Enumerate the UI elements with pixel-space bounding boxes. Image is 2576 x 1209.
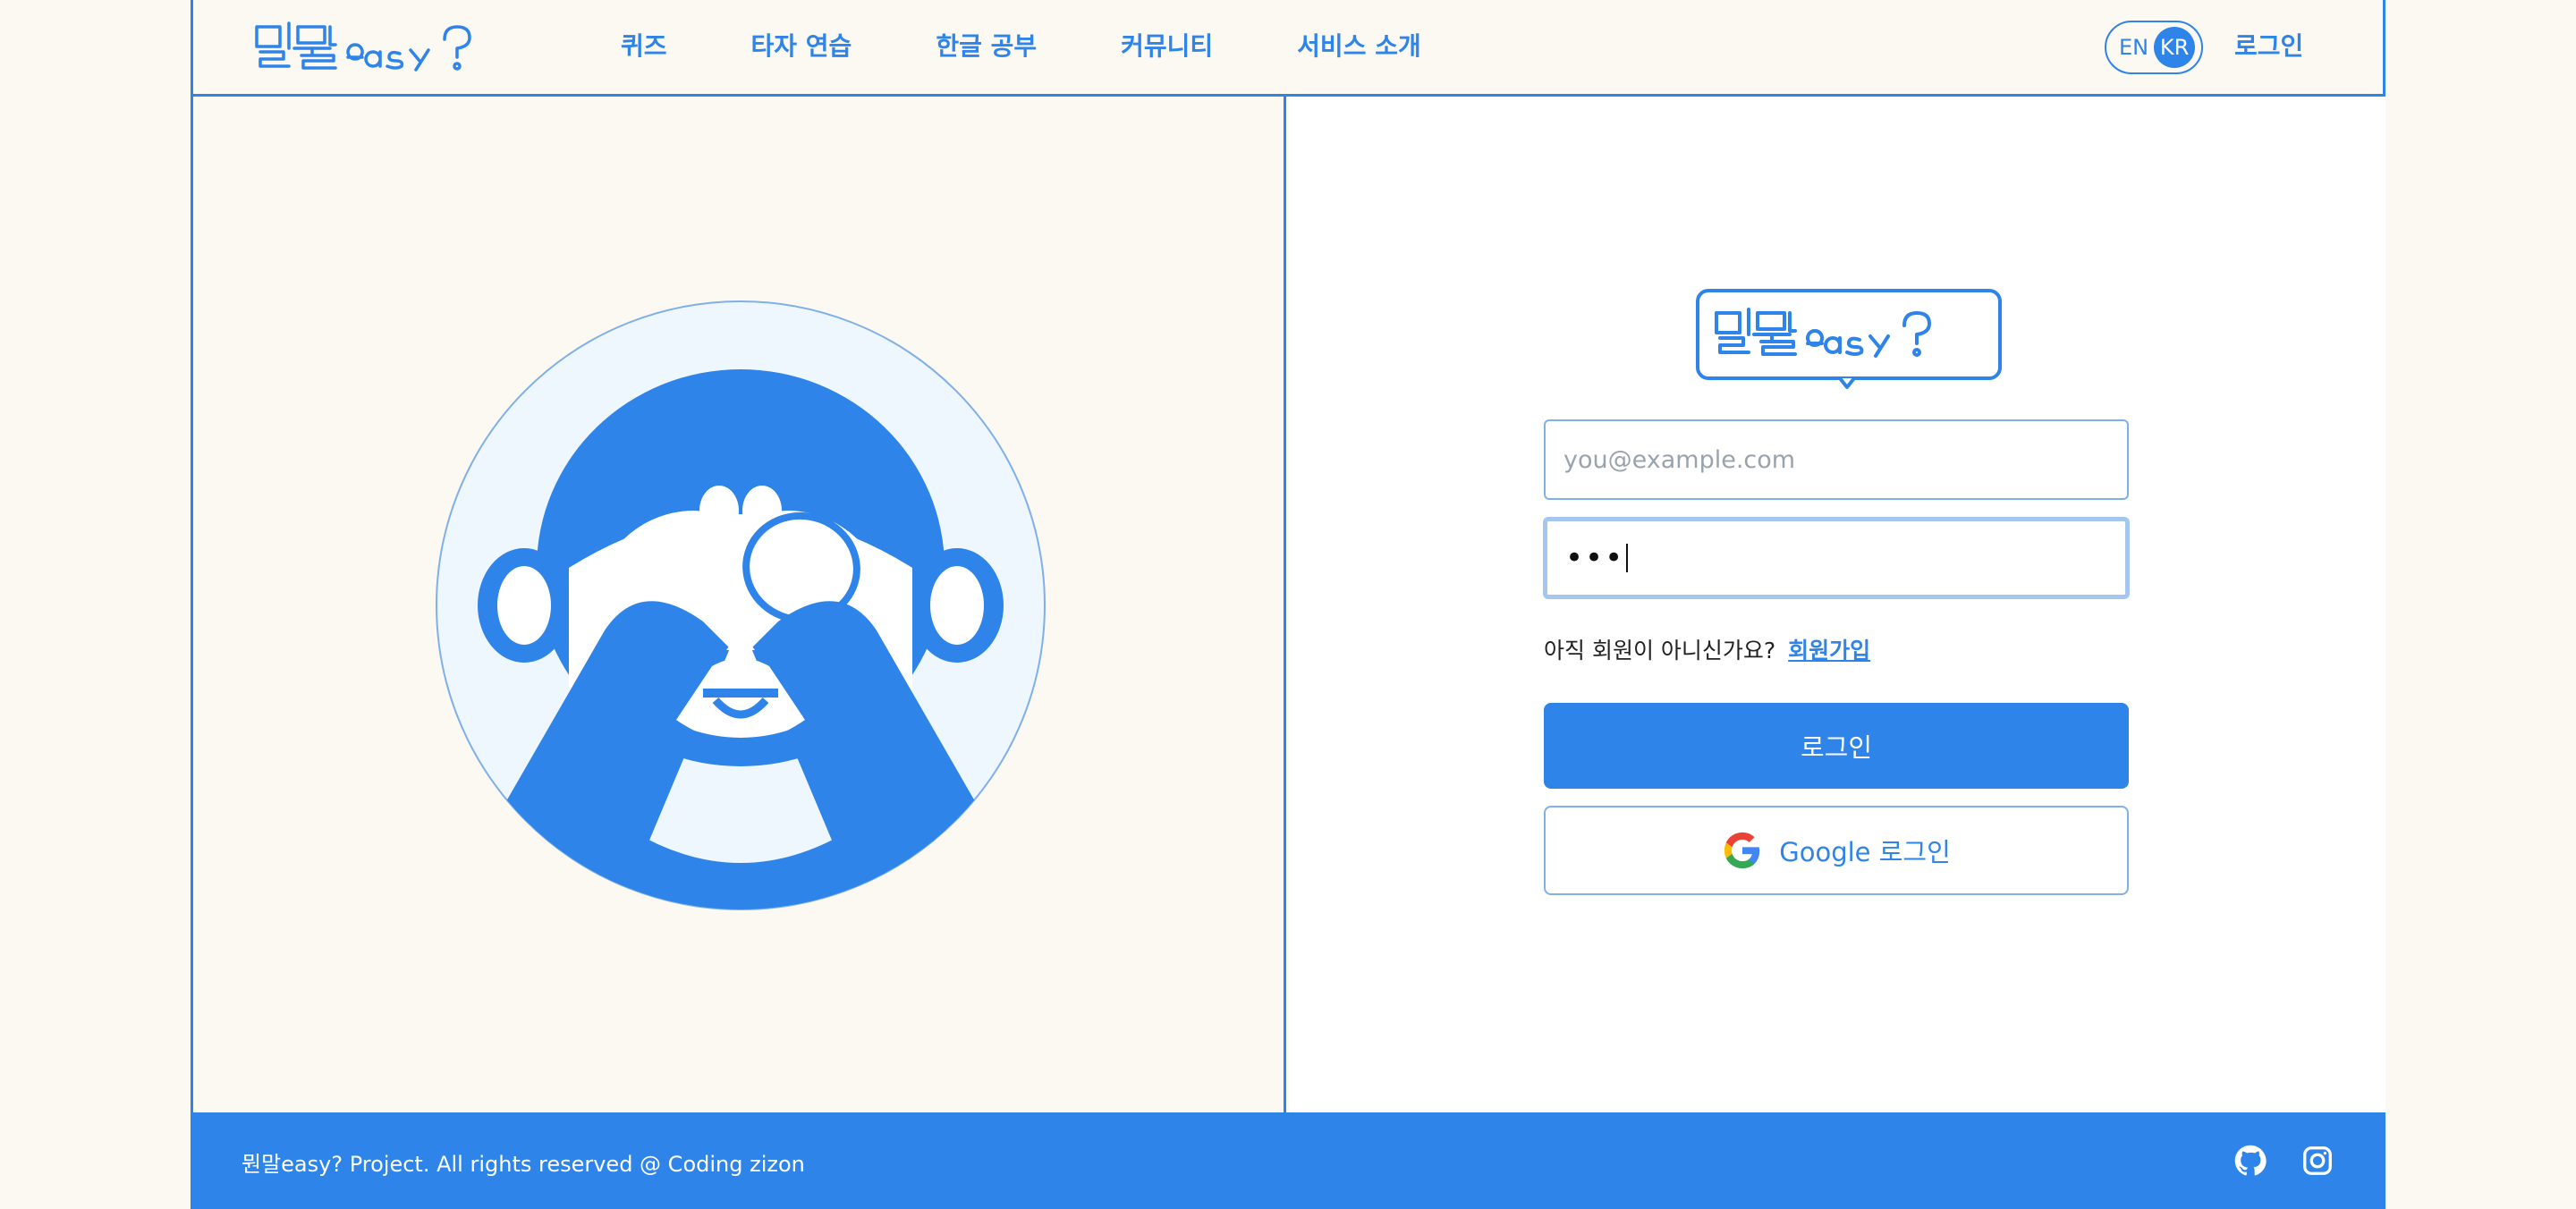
header-login-link[interactable]: 로그인 — [2234, 27, 2303, 63]
password-value: ••• — [1565, 540, 1625, 576]
google-login-button[interactable]: Google 로그인 — [1544, 806, 2129, 895]
nav-item-typing-practice[interactable]: 타자 연습 — [751, 27, 852, 63]
language-toggle[interactable]: EN KR — [2105, 21, 2203, 74]
footer: 뭔말easy? Project. All rights reserved @ C… — [191, 1112, 2385, 1209]
lang-option-kr[interactable]: KR — [2154, 27, 2196, 68]
login-button[interactable]: 로그인 — [1544, 703, 2129, 789]
mascot-illustration — [435, 300, 1046, 915]
instagram-icon[interactable] — [2301, 1145, 2334, 1180]
signup-prompt-row: 아직 회원이 아니신가요? 회원가입 — [1544, 633, 1870, 665]
google-button-label: Google 로그인 — [1779, 837, 1951, 867]
header: 퀴즈 타자 연습 한글 공부 커뮤니티 서비스 소개 EN KR 로그인 — [193, 0, 2383, 97]
brand-logo[interactable] — [253, 20, 486, 75]
signup-prompt: 아직 회원이 아니신가요? — [1544, 638, 1776, 664]
lang-option-en[interactable]: EN — [2119, 35, 2148, 60]
nav-item-service-intro[interactable]: 서비스 소개 — [1297, 27, 1421, 63]
login-panel: you@example.com ••• 아직 회원이 아니신가요? 회원가입 로그… — [1289, 97, 2385, 1112]
google-icon — [1722, 830, 1763, 871]
nav-item-quiz[interactable]: 퀴즈 — [621, 27, 667, 63]
signup-link[interactable]: 회원가입 — [1788, 638, 1870, 664]
nav-item-community[interactable]: 커뮤니티 — [1121, 27, 1213, 63]
email-placeholder: you@example.com — [1563, 445, 1796, 474]
login-button-label: 로그인 — [1800, 732, 1873, 763]
password-field[interactable]: ••• — [1543, 517, 2130, 599]
nav-item-hangul-study[interactable]: 한글 공부 — [936, 27, 1037, 63]
footer-copyright: 뭔말easy? Project. All rights reserved @ C… — [242, 1152, 805, 1177]
email-field[interactable]: you@example.com — [1544, 419, 2129, 500]
text-caret — [1626, 544, 1629, 572]
main-nav: 퀴즈 타자 연습 한글 공부 커뮤니티 서비스 소개 — [621, 0, 1505, 89]
login-logo — [1695, 288, 2004, 393]
mascot-panel — [193, 97, 1286, 1112]
app-frame: 퀴즈 타자 연습 한글 공부 커뮤니티 서비스 소개 EN KR 로그인 you… — [191, 0, 2385, 1209]
github-icon[interactable] — [2234, 1145, 2267, 1180]
